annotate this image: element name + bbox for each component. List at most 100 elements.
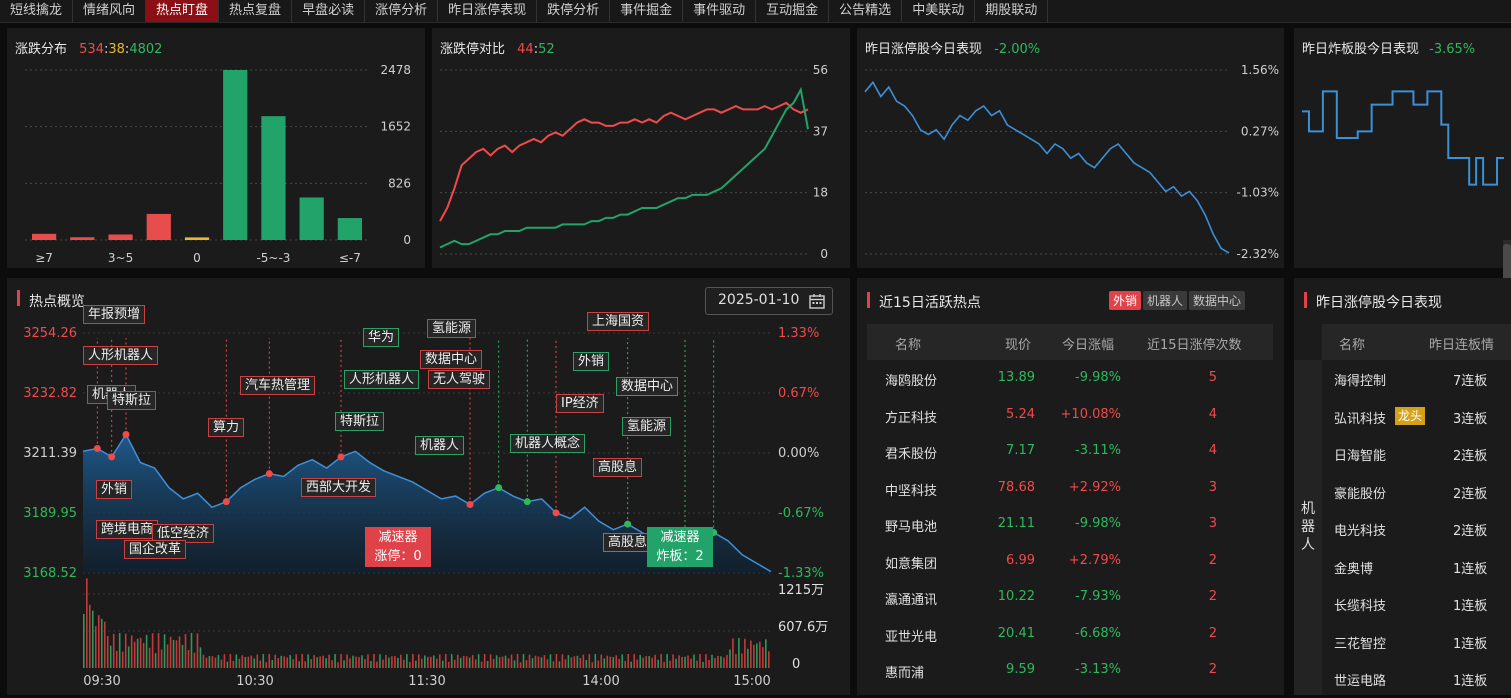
stock-name: 方正科技 [885, 410, 938, 426]
yest-table-row[interactable]: 电光科技 2连板 [1322, 510, 1511, 548]
hot-topic-label[interactable]: 机器人 [415, 436, 465, 455]
active-table-row[interactable]: 野马电池 21.11 -9.98% 3 [867, 506, 1273, 543]
hot-topic-label[interactable]: 数据中心 [616, 377, 679, 396]
hot-topic-label[interactable]: 特斯拉 [107, 391, 157, 410]
stock-price: 78.68 [997, 479, 1035, 495]
hot-topic-label[interactable]: 氢能源 [427, 319, 477, 338]
hot-topic-label[interactable]: 外销 [96, 480, 133, 499]
filter-button-robot[interactable]: 机器人 [1143, 291, 1188, 310]
tab-12[interactable]: 中美联动 [902, 0, 976, 22]
yest-stock-name: 豪能股份 [1334, 486, 1387, 502]
stock-price: 10.22 [997, 589, 1035, 604]
filter-button-export-sales[interactable]: 外销 [1109, 291, 1142, 310]
section-marker-3 [1304, 292, 1307, 308]
tab-1[interactable]: 情绪风向 [73, 0, 147, 22]
tab-4[interactable]: 早盘必读 [292, 0, 366, 22]
hot-topic-label[interactable]: 上海国资 [587, 312, 650, 331]
tab-11[interactable]: 公告精选 [829, 0, 903, 22]
yest-table-row[interactable]: 豪能股份 2连板 [1322, 473, 1511, 511]
stock-change: -9.98% [1075, 370, 1121, 385]
tab-9[interactable]: 事件驱动 [683, 0, 757, 22]
hot-topic-label[interactable]: 高股息 [603, 533, 653, 552]
tab-13[interactable]: 期股联动 [975, 0, 1049, 22]
prev-y-tick: -1.03% [1237, 186, 1279, 200]
yest-table-row[interactable]: 世运电路 1连板 [1322, 660, 1511, 698]
green-box-line2: 炸板：2 [656, 549, 704, 564]
yest-streak: 3连板 [1453, 411, 1488, 427]
tab-0[interactable]: 短线擒龙 [0, 0, 74, 22]
green-reducer-box[interactable]: 减速器 炸板：2 [647, 527, 713, 567]
hot-topic-label[interactable]: 高股息 [593, 458, 643, 477]
section-marker-2 [867, 292, 870, 308]
dist-bar [337, 218, 362, 240]
tab-3[interactable]: 热点复盘 [219, 0, 293, 22]
limit-down-line [439, 86, 809, 249]
active-table-row[interactable]: 惠而浦 9.59 -3.13% 2 [867, 652, 1273, 689]
red-reducer-box[interactable]: 减速器 涨停：0 [365, 527, 431, 567]
hot-topic-label[interactable]: 特斯拉 [335, 412, 385, 431]
hot-topic-label[interactable]: 机器人概念 [510, 434, 586, 453]
active-table-row[interactable]: 君禾股份 7.17 -3.11% 4 [867, 433, 1273, 470]
limit-line-chart: 56 37 18 0 [439, 63, 828, 261]
active-table-row[interactable]: 中坚科技 78.68 +2.92% 3 [867, 470, 1273, 507]
yest-streak: 1连板 [1453, 599, 1488, 614]
yest-col-streak: 昨日连板情 [1429, 338, 1495, 353]
hot-topic-label[interactable]: 西部大开发 [301, 478, 377, 497]
active-table-row[interactable]: 瀛通通讯 10.22 -7.93% 2 [867, 579, 1273, 616]
yest-table-row[interactable]: 长缆科技 1连板 [1322, 585, 1511, 623]
active-table-row[interactable]: 海鸥股份 13.89 -9.98% 5 [867, 360, 1273, 397]
hot-topic-label[interactable]: 氢能源 [622, 417, 672, 436]
dist-x-tick: ≤-7 [339, 251, 361, 265]
hot-topic-label[interactable]: 国企改革 [124, 540, 187, 559]
tab-7[interactable]: 跌停分析 [537, 0, 611, 22]
limit-up-line [439, 101, 809, 222]
prev-up-line [864, 80, 1230, 254]
red-box-line2: 涨停：0 [374, 549, 422, 564]
limit-count: 4 [1208, 406, 1217, 422]
prev-limit-broken-panel: 昨日炸板股今日表现 -3.65% [1294, 28, 1511, 268]
green-box-line1: 减速器 [660, 530, 700, 545]
tab-2[interactable]: 热点盯盘 [146, 0, 220, 22]
limit-count: 4 [1208, 443, 1217, 458]
yest-stock-name: 金奥博 [1334, 561, 1374, 577]
broken-line [1302, 90, 1504, 186]
group-robot-label: 机器人 [1300, 500, 1316, 554]
yest-table-row[interactable]: 弘讯科技 龙头 3连板 [1322, 398, 1511, 436]
tab-6[interactable]: 昨日涨停表现 [438, 0, 538, 22]
active-table-row[interactable]: 如意集团 6.99 +2.79% 2 [867, 543, 1273, 580]
yesterday-limit-up-panel: 昨日涨停股今日表现 名称 昨日连板情 机器人 海得控制 7连板 弘讯科技 龙头 3连板日… [1294, 278, 1511, 695]
dist-y-tick: 1652 [380, 120, 411, 134]
yest-stock-name: 日海智能 [1334, 449, 1387, 464]
yest-table-row[interactable]: 日海智能 2连板 [1322, 435, 1511, 473]
hot-topic-label[interactable]: IP经济 [556, 394, 604, 413]
hot-topic-label[interactable]: 无人驾驶 [428, 370, 491, 389]
yest-table-row[interactable]: 三花智控 1连板 [1322, 623, 1511, 661]
yest-table-row[interactable]: 金奥博 1连板 [1322, 548, 1511, 586]
hot-topic-label[interactable]: 汽车热管理 [240, 376, 316, 395]
tab-8[interactable]: 事件掘金 [610, 0, 684, 22]
yest-stock-name: 世运电路 [1334, 674, 1387, 689]
dist-y-tick: 2478 [380, 63, 411, 77]
group-robot-column: 机器人 [1294, 360, 1322, 695]
active-table-row[interactable]: 亚世光电 20.41 -6.68% 2 [867, 616, 1273, 653]
hot-topic-label[interactable]: 人形机器人 [83, 346, 159, 365]
stock-change: -7.93% [1075, 589, 1121, 604]
yest-stock-name: 电光科技 [1334, 524, 1387, 539]
hot-topic-label[interactable]: 外销 [573, 352, 610, 371]
hot-topic-label[interactable]: 人形机器人 [344, 370, 420, 389]
hot-topic-label[interactable]: 跨境电商 [96, 520, 159, 539]
stock-price: 6.99 [1006, 552, 1035, 568]
hot-topic-label[interactable]: 华为 [363, 328, 400, 347]
yest-table-body: 海得控制 7连板 弘讯科技 龙头 3连板 日海智能 2连板 豪能股份 2连板 电光科技 2连板 金奥博… [1322, 360, 1511, 698]
hot-topic-label[interactable]: 数据中心 [420, 350, 483, 369]
active-table-row[interactable]: 方正科技 5.24 +10.08% 4 [867, 397, 1273, 434]
top-tab-bar: 短线擒龙 情绪风向 热点盯盘 热点复盘 早盘必读 涨停分析 昨日涨停表现 跌停分析 事件掘金 事件… [0, 0, 1511, 23]
dist-y-tick: 0 [403, 233, 411, 247]
tab-5[interactable]: 涨停分析 [365, 0, 439, 22]
hot-topic-label[interactable]: 算力 [208, 418, 245, 437]
yest-table-row[interactable]: 海得控制 7连板 [1322, 360, 1511, 398]
tab-10[interactable]: 互动掘金 [756, 0, 830, 22]
hot-topic-label[interactable]: 年报预增 [83, 305, 146, 324]
filter-button-data-center[interactable]: 数据中心 [1189, 291, 1246, 310]
stock-change: +2.92% [1068, 479, 1121, 495]
